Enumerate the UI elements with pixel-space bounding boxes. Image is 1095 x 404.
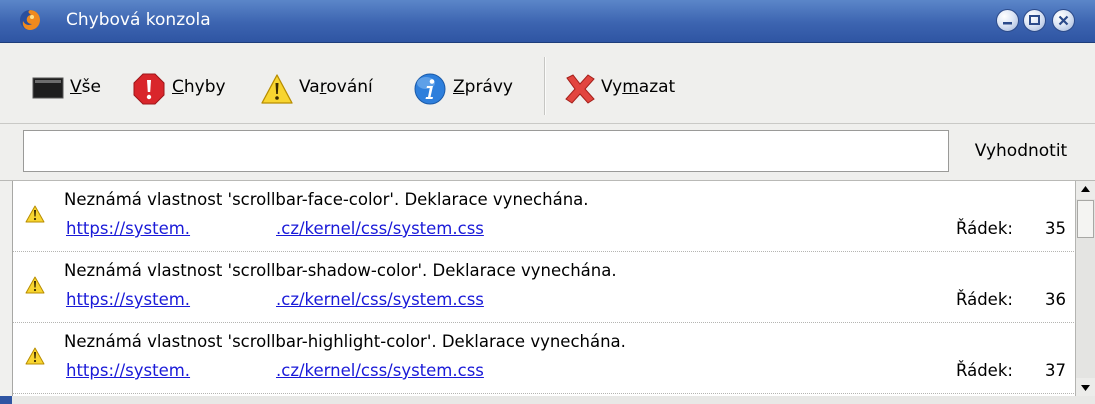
warnings-label-rest: ování (326, 77, 373, 97)
messages-mnemonic: Z (453, 77, 465, 97)
toolbar: Vše Chyby Varování Zprávy Vymazat (0, 43, 1095, 124)
line-label: Řádek: (956, 361, 1013, 380)
messages-button[interactable]: Zprávy (413, 73, 528, 105)
line-number: 37 (1045, 361, 1066, 380)
clear-label-rest: azat (638, 77, 676, 97)
line-label: Řádek: (956, 290, 1013, 309)
maximize-icon (1029, 15, 1040, 25)
vertical-scrollbar[interactable] (1075, 181, 1095, 396)
source-link-path[interactable]: .cz/kernel/css/system.css (276, 290, 484, 309)
info-icon (414, 73, 446, 105)
scroll-thumb[interactable] (1077, 200, 1094, 238)
source-link-path[interactable]: .cz/kernel/css/system.css (276, 361, 484, 380)
source-link[interactable]: https://system. (66, 219, 190, 238)
clear-x-icon (565, 74, 595, 104)
warning-icon (25, 205, 45, 223)
warning-icon (261, 74, 293, 104)
warning-icon (25, 347, 45, 365)
message-text: Neznámá vlastnost 'scrollbar-highlight-c… (64, 332, 626, 351)
evaluate-bar: Vyhodnotit (0, 124, 1095, 181)
minimize-button[interactable] (996, 9, 1019, 32)
errors-label-rest: hyby (183, 77, 226, 97)
source-link[interactable]: https://system. (66, 361, 190, 380)
all-button[interactable]: Vše (32, 73, 112, 103)
message-text: Neznámá vlastnost 'scrollbar-shadow-colo… (64, 261, 617, 280)
line-number: 36 (1045, 290, 1066, 309)
warning-icon (25, 276, 45, 294)
minimize-icon (1003, 22, 1012, 25)
arrow-down-icon (1081, 385, 1090, 391)
close-icon (1058, 15, 1069, 26)
messages-label-rest: právy (464, 77, 513, 97)
warnings-button[interactable]: Varování (260, 73, 390, 104)
line-number: 35 (1045, 219, 1066, 238)
list-item[interactable]: Neznámá vlastnost 'scrollbar-highlight-c… (13, 323, 1076, 394)
error-console-window: Chybová konzola Vše Chyby Varování Zpráv… (0, 0, 1095, 404)
arrow-up-icon (1081, 186, 1090, 192)
firefox-icon (20, 10, 40, 30)
list-item[interactable]: Neznámá vlastnost 'scrollbar-face-color'… (13, 181, 1076, 252)
errors-button[interactable]: Chyby (132, 73, 242, 105)
clear-button[interactable]: Vymazat (563, 73, 693, 104)
scroll-up-button[interactable] (1076, 181, 1095, 199)
title-bar[interactable]: Chybová konzola (0, 0, 1095, 43)
code-input[interactable] (23, 130, 949, 172)
error-icon (133, 73, 165, 105)
all-label-rest: še (81, 77, 101, 97)
source-link[interactable]: https://system. (66, 290, 190, 309)
window-title: Chybová konzola (66, 10, 211, 30)
clear-mnemonic: m (622, 77, 639, 97)
evaluate-button[interactable]: Vyhodnotit (951, 130, 1091, 172)
maximize-button[interactable] (1023, 9, 1046, 32)
source-link-path[interactable]: .cz/kernel/css/system.css (276, 219, 484, 238)
list-item[interactable]: Neznámá vlastnost 'scrollbar-shadow-colo… (13, 252, 1076, 323)
message-text: Neznámá vlastnost 'scrollbar-face-color'… (64, 190, 589, 209)
monitor-icon (32, 77, 64, 99)
scroll-down-button[interactable] (1076, 378, 1095, 396)
warnings-label-prefix: Va (299, 77, 320, 97)
clear-label-prefix: Vy (601, 77, 623, 97)
status-strip (12, 396, 1095, 404)
errors-mnemonic: C (172, 77, 184, 97)
message-list[interactable]: Neznámá vlastnost 'scrollbar-face-color'… (12, 181, 1076, 396)
toolbar-separator (544, 57, 546, 115)
all-mnemonic: V (70, 77, 82, 97)
close-button[interactable] (1052, 9, 1075, 32)
line-label: Řádek: (956, 219, 1013, 238)
